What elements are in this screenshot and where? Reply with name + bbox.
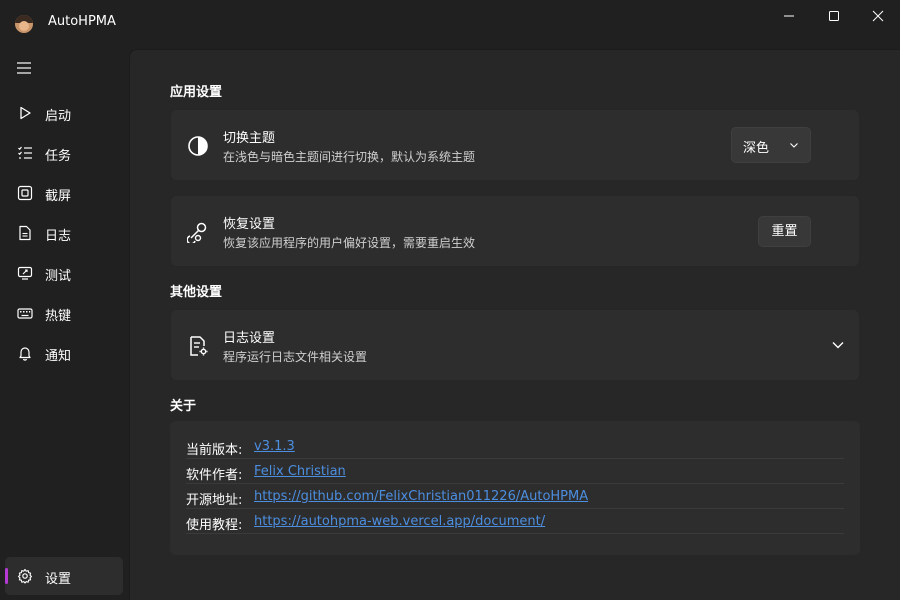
log-settings-icon: [190, 336, 208, 356]
theme-title: 切换主题: [223, 131, 276, 146]
play-icon: [20, 106, 31, 120]
sidebar-item-label: 设置: [45, 572, 72, 587]
keyboard-icon: [17, 308, 33, 319]
reset-title: 恢复设置: [223, 217, 276, 232]
sidebar-item-notify[interactable]: 通知: [5, 334, 123, 372]
tutorial-link[interactable]: https://autohpma-web.vercel.app/document…: [254, 514, 545, 529]
theme-setting-card: 切换主题 在浅色与暗色主题间进行切换，默认为系统主题 深色: [170, 109, 860, 181]
log-description: 程序运行日志文件相关设置: [223, 350, 368, 364]
source-link[interactable]: https://github.com/FelixChristian011226/…: [254, 489, 588, 504]
screenshot-icon: [17, 185, 33, 201]
test-icon: [17, 266, 33, 280]
sidebar-item-label: 截屏: [45, 189, 72, 204]
sidebar-item-label: 测试: [45, 269, 72, 284]
sidebar-item-label: 任务: [45, 149, 72, 164]
sidebar-item-hotkey[interactable]: 热键: [5, 294, 123, 332]
author-link[interactable]: Felix Christian: [254, 464, 346, 479]
sidebar-item-label: 启动: [45, 109, 72, 124]
sidebar-item-tasks[interactable]: 任务: [5, 134, 123, 172]
section-title-about: 关于: [170, 399, 197, 414]
contrast-icon: [188, 136, 208, 156]
chevron-down-icon: [790, 143, 798, 148]
maximize-button[interactable]: [811, 0, 857, 32]
about-key: 当前版本:: [186, 443, 243, 458]
about-key: 使用教程:: [186, 518, 243, 533]
sidebar-item-start[interactable]: 启动: [5, 94, 123, 132]
bell-icon: [19, 347, 31, 361]
app-title: AutoHPMA: [48, 14, 116, 29]
sidebar-item-test[interactable]: 测试: [5, 254, 123, 292]
section-title-other-settings: 其他设置: [170, 285, 223, 300]
log-title: 日志设置: [223, 331, 276, 346]
minimize-button[interactable]: [766, 0, 812, 32]
about-key: 软件作者:: [186, 468, 243, 483]
avatar-icon: [15, 15, 33, 33]
gear-icon: [17, 568, 33, 584]
sidebar-item-screenshot[interactable]: 截屏: [5, 174, 123, 212]
sidebar-item-log[interactable]: 日志: [5, 214, 123, 252]
task-list-icon: [18, 146, 32, 159]
minimize-icon: [784, 15, 794, 17]
theme-description: 在浅色与暗色主题间进行切换，默认为系统主题: [223, 150, 476, 164]
sidebar-item-label: 热键: [45, 309, 72, 324]
title-bar: AutoHPMA: [0, 0, 900, 44]
sidebar-item-settings[interactable]: 设置: [5, 557, 123, 595]
about-card: 当前版本: v3.1.3 软件作者: Felix Christian 开源地址:…: [170, 421, 860, 555]
section-title-app-settings: 应用设置: [170, 85, 223, 100]
about-row-source: 开源地址: https://github.com/FelixChristian0…: [186, 484, 844, 509]
chevron-down-icon[interactable]: [831, 339, 845, 351]
about-row-author: 软件作者: Felix Christian: [186, 459, 844, 484]
theme-dropdown[interactable]: 深色: [731, 127, 811, 163]
reset-button[interactable]: 重置: [758, 216, 811, 247]
sidebar-item-label: 日志: [45, 229, 72, 244]
theme-dropdown-value: 深色: [743, 141, 770, 156]
hamburger-icon: [17, 62, 31, 74]
maximize-icon: [829, 11, 839, 21]
active-indicator: [5, 568, 8, 584]
document-icon: [19, 225, 31, 241]
about-key: 开源地址:: [186, 493, 243, 508]
reset-icon: [187, 222, 207, 243]
about-row-version: 当前版本: v3.1.3: [186, 434, 844, 459]
version-link[interactable]: v3.1.3: [254, 439, 295, 454]
about-row-tutorial: 使用教程: https://autohpma-web.vercel.app/do…: [186, 509, 844, 534]
menu-button[interactable]: [16, 61, 32, 75]
sidebar-item-label: 通知: [45, 349, 72, 364]
reset-description: 恢复该应用程序的用户偏好设置，需要重启生效: [223, 236, 476, 250]
close-icon: [872, 10, 884, 22]
settings-page: 应用设置 切换主题 在浅色与暗色主题间进行切换，默认为系统主题 深色 恢复设置 …: [129, 49, 900, 600]
close-button[interactable]: [855, 0, 900, 32]
reset-setting-card: 恢复设置 恢复该应用程序的用户偏好设置，需要重启生效 重置: [170, 195, 860, 267]
log-setting-card[interactable]: 日志设置 程序运行日志文件相关设置: [170, 309, 860, 381]
